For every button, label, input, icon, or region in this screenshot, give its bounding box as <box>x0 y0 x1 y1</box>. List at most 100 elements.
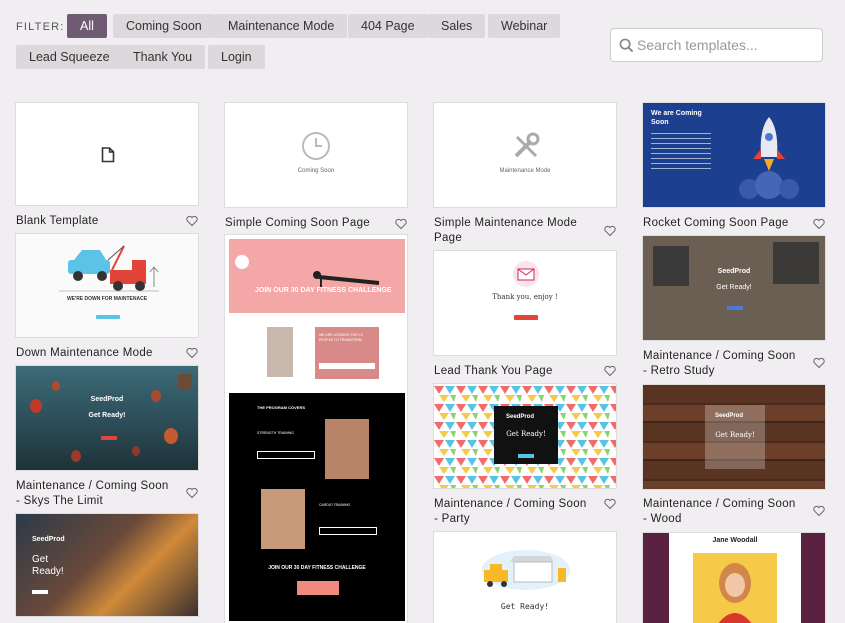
template-headline: Get Ready! <box>506 430 546 438</box>
thumb-button <box>257 451 315 459</box>
fitness-photo <box>261 489 305 549</box>
template-title: Lead Thank You Page <box>434 365 553 377</box>
template-card-party[interactable]: SeedProd Get Ready! <box>433 383 617 489</box>
template-title: Rocket Coming Soon Page <box>643 217 789 229</box>
fitness-strength: STRENGTH TRAINING <box>257 431 294 435</box>
thumb-button <box>518 454 534 458</box>
template-card-jane[interactable]: Jane Woodall <box>642 532 826 623</box>
thumb-button <box>101 436 117 440</box>
template-browser: FILTER: All Coming Soon Maintenance Mode… <box>0 0 845 623</box>
template-card-simple-maintenance[interactable]: Maintenance Mode <box>433 102 617 208</box>
favorite-heart-icon[interactable] <box>604 365 616 377</box>
filter-sales-button[interactable]: Sales <box>428 14 486 38</box>
fitness-callout: WE ARE LOOKING FOR 10 PEOPLE TO TRANSFOR… <box>315 327 379 379</box>
fitness-hero: JOIN OUR 30 DAY FITNESS CHALLENGE <box>229 239 405 313</box>
favorite-heart-icon[interactable] <box>813 357 825 369</box>
template-title: Simple Maintenance Mode Page <box>434 217 578 244</box>
favorite-heart-icon[interactable] <box>604 498 616 510</box>
circle-decor <box>235 255 249 269</box>
favorite-heart-icon[interactable] <box>186 347 198 359</box>
search-box <box>610 28 823 62</box>
jane-panel: Jane Woodall <box>669 533 801 623</box>
filter-maintenance-mode-button[interactable]: Maintenance Mode <box>215 14 348 38</box>
filter-webinar-button[interactable]: Webinar <box>488 14 561 38</box>
envelope-icon <box>513 261 539 287</box>
notebook-photo <box>653 246 689 286</box>
favorite-heart-icon[interactable] <box>186 215 198 227</box>
template-card-wood[interactable]: SeedProd Get Ready! <box>642 384 826 490</box>
template-title: Maintenance / Coming Soon - Wood <box>643 498 796 525</box>
checklist <box>651 133 711 169</box>
fitness-bottom-headline: JOIN OUR 30 DAY FITNESS CHALLENGE <box>268 565 366 571</box>
template-headline: Thank you, enjoy ! <box>492 293 558 301</box>
thumb-text: Maintenance Mode <box>499 168 551 174</box>
template-title: Down Maintenance Mode <box>16 347 153 359</box>
filter-login-button[interactable]: Login <box>208 45 265 69</box>
thumb-text: Coming Soon <box>297 168 335 174</box>
favorite-heart-icon[interactable] <box>813 218 825 230</box>
template-title: Blank Template <box>16 215 99 227</box>
rocket-illustration <box>739 117 799 199</box>
fitness-photo <box>325 419 369 479</box>
template-card-skys-limit[interactable]: SeedProd Get Ready! <box>15 365 199 471</box>
filter-404-page-button[interactable]: 404 Page <box>348 14 428 38</box>
thumb-button <box>319 527 377 535</box>
template-title: Maintenance / Coming Soon - Party <box>434 498 587 525</box>
tools-icon <box>514 132 540 158</box>
template-title: Maintenance / Coming Soon - Skys The Lim… <box>16 480 169 507</box>
search-input[interactable] <box>637 35 817 55</box>
thumb-button <box>727 306 743 310</box>
template-card-blank[interactable] <box>15 102 199 206</box>
delivery-truck-illustration <box>482 550 570 590</box>
favorite-heart-icon[interactable] <box>395 218 407 230</box>
clock-icon <box>302 132 330 160</box>
template-headline: Get Ready! <box>32 554 64 577</box>
jane-photo-bg <box>693 553 777 623</box>
template-title: Simple Coming Soon Page <box>225 217 370 229</box>
brand-logo: SeedProd <box>717 268 751 275</box>
portrait-illustration <box>718 563 752 623</box>
thumb-button <box>32 590 48 594</box>
file-icon <box>101 147 115 163</box>
search-icon <box>619 38 634 53</box>
template-card-truck[interactable]: Get Ready! <box>433 531 617 623</box>
thumb-button <box>514 315 538 320</box>
favorite-heart-icon[interactable] <box>813 505 825 517</box>
jane-name: Jane Woodall <box>712 537 758 544</box>
tow-truck-illustration <box>59 245 159 292</box>
thumb-button <box>96 315 120 319</box>
fitness-cardio: CARDIO TRAINING <box>319 503 351 507</box>
template-headline: Get Ready! <box>500 602 550 611</box>
typewriter-photo <box>773 242 819 284</box>
fitness-sub: WE ARE LOOKING FOR 10 PEOPLE TO TRANSFOR… <box>319 333 363 342</box>
favorite-heart-icon[interactable] <box>604 225 616 237</box>
brand-logo: SeedProd <box>32 536 65 543</box>
template-card-retro-study[interactable]: SeedProd Get Ready! <box>642 235 826 341</box>
brand-logo: SeedProd <box>90 396 124 403</box>
template-headline: Get Ready! <box>716 284 752 291</box>
fitness-photo <box>267 327 293 377</box>
template-card-fitness[interactable]: JOIN OUR 30 DAY FITNESS CHALLENGE WE ARE… <box>224 234 408 623</box>
favorite-heart-icon[interactable] <box>186 487 198 499</box>
plank-person-illustration <box>313 271 380 287</box>
thumb-button <box>319 363 375 369</box>
filter-coming-soon-button[interactable]: Coming Soon <box>113 14 215 38</box>
template-card-rocket[interactable]: We are Coming Soon <box>642 102 826 208</box>
fitness-covers: THE PROGRAM COVERS <box>257 405 306 410</box>
template-title: Maintenance / Coming Soon - Retro Study <box>643 350 796 377</box>
template-headline: WE'RE DOWN FOR MAINTENACE <box>66 296 148 302</box>
template-card-down-maintenance[interactable]: WE'RE DOWN FOR MAINTENACE <box>15 233 199 338</box>
fitness-program-section: THE PROGRAM COVERS STRENGTH TRAINING CAR… <box>229 393 405 621</box>
filter-all-button[interactable]: All <box>67 14 107 38</box>
template-headline: Get Ready! <box>88 412 126 419</box>
brand-logo: SeedProd <box>715 413 744 419</box>
filter-label: FILTER: <box>16 21 65 33</box>
filter-lead-squeeze-button[interactable]: Lead Squeeze <box>16 45 123 69</box>
template-headline: Get Ready! <box>715 431 755 439</box>
template-card-seedprod-dark[interactable]: SeedProd Get Ready! <box>15 513 199 617</box>
filter-thank-you-button[interactable]: Thank You <box>120 45 206 69</box>
brand-logo: SeedProd <box>506 414 535 420</box>
template-card-lead-thank-you[interactable]: Thank you, enjoy ! <box>433 250 617 356</box>
template-card-simple-coming-soon[interactable]: Coming Soon <box>224 102 408 208</box>
template-headline: We are Coming Soon <box>651 110 702 126</box>
